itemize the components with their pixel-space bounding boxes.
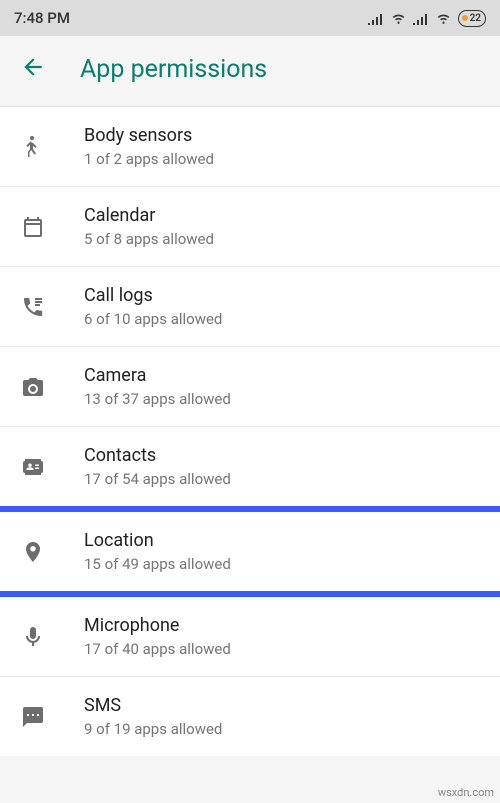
perm-title: SMS	[84, 695, 480, 716]
app-header: App permissions	[0, 36, 500, 102]
status-time: 7:48 PM	[14, 9, 70, 27]
perm-title: Body sensors	[84, 125, 480, 146]
battery-indicator: 22	[458, 10, 486, 27]
calendar-icon	[20, 215, 46, 239]
wifi-icon	[435, 11, 452, 25]
contacts-icon	[20, 455, 46, 479]
perm-subtitle: 13 of 37 apps allowed	[84, 390, 480, 408]
perm-camera[interactable]: Camera 13 of 37 apps allowed	[0, 346, 500, 426]
perm-subtitle: 1 of 2 apps allowed	[84, 150, 480, 168]
status-bar: 7:48 PM 22	[0, 0, 500, 36]
perm-subtitle: 15 of 49 apps allowed	[84, 555, 480, 573]
perm-title: Location	[84, 530, 480, 551]
permissions-list: Body sensors 1 of 2 apps allowed Calenda…	[0, 106, 500, 756]
perm-subtitle: 6 of 10 apps allowed	[84, 310, 480, 328]
back-button[interactable]	[20, 54, 46, 84]
perm-call-logs[interactable]: Call logs 6 of 10 apps allowed	[0, 266, 500, 346]
status-icons: 22	[368, 10, 486, 27]
arrow-back-icon	[20, 54, 46, 80]
perm-body-sensors[interactable]: Body sensors 1 of 2 apps allowed	[0, 106, 500, 186]
perm-subtitle: 9 of 19 apps allowed	[84, 720, 480, 738]
perm-calendar[interactable]: Calendar 5 of 8 apps allowed	[0, 186, 500, 266]
perm-title: Microphone	[84, 615, 480, 636]
perm-location[interactable]: Location 15 of 49 apps allowed	[0, 512, 500, 591]
watermark: wsxdn.com	[438, 786, 494, 799]
perm-title: Contacts	[84, 445, 480, 466]
body-sensors-icon	[20, 135, 46, 159]
call-logs-icon	[20, 295, 46, 319]
perm-subtitle: 5 of 8 apps allowed	[84, 230, 480, 248]
location-icon	[20, 540, 46, 564]
perm-subtitle: 17 of 54 apps allowed	[84, 470, 480, 488]
perm-title: Calendar	[84, 205, 480, 226]
perm-sms[interactable]: SMS 9 of 19 apps allowed	[0, 676, 500, 756]
perm-contacts[interactable]: Contacts 17 of 54 apps allowed	[0, 426, 500, 506]
perm-title: Camera	[84, 365, 480, 386]
microphone-icon	[20, 625, 46, 649]
perm-microphone[interactable]: Microphone 17 of 40 apps allowed	[0, 597, 500, 676]
camera-icon	[20, 375, 46, 399]
page-title: App permissions	[80, 55, 267, 84]
wifi-icon	[390, 11, 407, 25]
signal-icon	[413, 11, 429, 25]
perm-title: Call logs	[84, 285, 480, 306]
perm-subtitle: 17 of 40 apps allowed	[84, 640, 480, 658]
sms-icon	[20, 705, 46, 729]
signal-icon	[368, 11, 384, 25]
